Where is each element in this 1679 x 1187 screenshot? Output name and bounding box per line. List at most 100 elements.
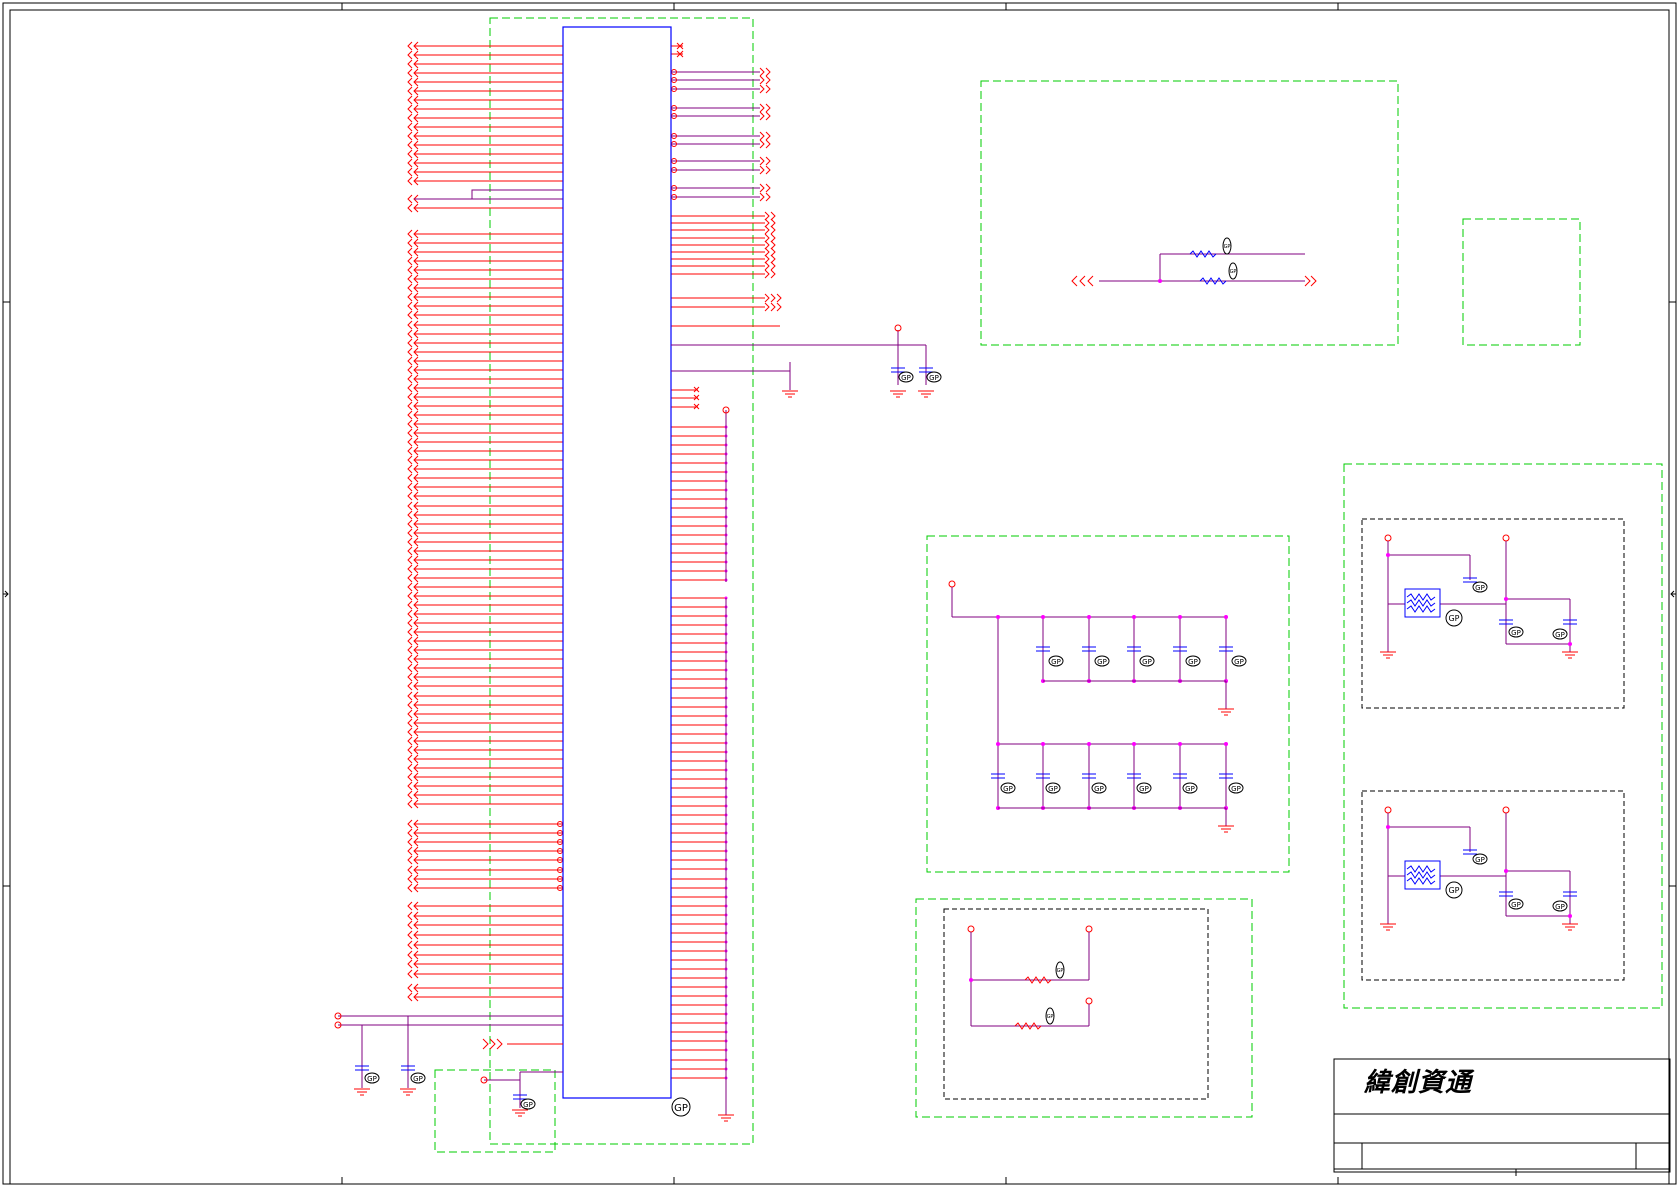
net-arrow-icon <box>765 131 771 141</box>
pull-resistor-block-border <box>980 80 1399 346</box>
svg-text:GP: GP <box>1057 968 1064 974</box>
net-arrow-icon <box>765 192 771 202</box>
part-label-icon: GP <box>671 1097 691 1117</box>
company-name: 緯創資通 <box>1364 1068 1473 1098</box>
svg-text:GP: GP <box>1047 1014 1054 1020</box>
net-arrow-icon <box>764 247 770 257</box>
svg-text:GP: GP <box>1234 658 1244 666</box>
net-arrow-icon <box>770 218 776 228</box>
part-label-icon: GP <box>1222 237 1232 255</box>
net-arrow-icon <box>770 302 776 312</box>
part-label-icon: GP <box>1048 655 1064 667</box>
net-arrow-icon <box>770 211 776 221</box>
svg-text:GP: GP <box>1185 785 1195 793</box>
svg-text:GP: GP <box>1048 785 1058 793</box>
net-arrow-icon <box>776 293 782 303</box>
net-arrow-icon <box>764 302 770 312</box>
net-arrow-icon <box>759 67 765 77</box>
part-label-icon: GP <box>1182 782 1198 794</box>
svg-text:GP: GP <box>1051 658 1061 666</box>
part-label-icon: GP <box>1091 782 1107 794</box>
part-label-icon: GP <box>926 371 942 383</box>
part-label-icon: GP <box>1045 782 1061 794</box>
net-arrow-icon <box>770 240 776 250</box>
decoupling-cap-array: GP GP GP GP GP GP GP GP GP GP GP <box>948 580 1247 833</box>
ground-icon <box>1562 651 1578 659</box>
part-label-icon: GP <box>520 1098 536 1110</box>
net-arrow-icon <box>764 269 770 279</box>
net-arrow-icon <box>482 1038 503 1050</box>
net-arrow-icon <box>759 84 765 94</box>
net-arrow-icon <box>770 254 776 264</box>
small-empty-block-border <box>1462 218 1581 346</box>
net-arrow-icon <box>770 261 776 271</box>
part-label-icon: GP <box>1552 628 1568 640</box>
ground-icon <box>1218 825 1234 833</box>
net-arrow-icon <box>764 218 770 228</box>
svg-text:GP: GP <box>674 1103 688 1114</box>
ground-icon <box>400 1088 416 1096</box>
part-label-icon: GP <box>1228 782 1244 794</box>
filter-circuits: GP GP GP GP GP GP GP GP <box>1361 518 1625 981</box>
net-arrow-icon <box>1071 275 1094 287</box>
svg-text:GP: GP <box>1094 785 1104 793</box>
part-label-icon: GP <box>1228 262 1238 280</box>
svg-text:GP: GP <box>413 1075 423 1083</box>
svg-text:GP: GP <box>1511 629 1521 637</box>
net-arrow-icon <box>765 103 771 113</box>
net-arrow-icon <box>759 165 765 175</box>
part-label-icon: GP <box>1445 881 1463 899</box>
part-label-icon: GP <box>1000 782 1016 794</box>
part-label-icon: GP <box>1055 961 1065 979</box>
part-label-icon: GP <box>1136 782 1152 794</box>
svg-text:GP: GP <box>1224 244 1231 250</box>
net-arrow-icon <box>765 165 771 175</box>
part-label-icon: GP <box>1185 655 1201 667</box>
ground-icon <box>1218 708 1234 716</box>
net-arrow-icon <box>759 111 765 121</box>
net-arrow-icon <box>759 75 765 85</box>
svg-text:GP: GP <box>1139 785 1149 793</box>
connector-block-border <box>489 17 754 1145</box>
svg-text:GP: GP <box>1511 901 1521 909</box>
part-label-icon: GP <box>1508 626 1524 638</box>
net-arrow-icon <box>764 293 770 303</box>
net-arrow-icon <box>765 183 771 193</box>
svg-text:GP: GP <box>1003 785 1013 793</box>
net-arrow-icon <box>764 240 770 250</box>
net-arrow-icon <box>765 139 771 149</box>
svg-text:GP: GP <box>929 374 939 382</box>
net-arrow-icon <box>764 261 770 271</box>
ground-icon <box>890 390 906 398</box>
svg-text:GP: GP <box>1231 785 1241 793</box>
svg-text:GP: GP <box>1475 856 1485 864</box>
ground-icon <box>1380 651 1396 659</box>
net-arrow-icon <box>765 111 771 121</box>
net-arrow-icon <box>764 233 770 243</box>
resistor-option-block-border <box>915 898 1253 1118</box>
part-label-icon: GP <box>1139 655 1155 667</box>
part-label-icon: GP <box>1045 1007 1055 1025</box>
connector-left-pins <box>407 41 563 1002</box>
ground-icon <box>354 1088 370 1096</box>
net-arrow-icon <box>759 131 765 141</box>
net-arrow-icon <box>759 192 765 202</box>
svg-text:GP: GP <box>1555 631 1565 639</box>
filter-circuit: GP GP GP GP <box>1361 790 1625 981</box>
ground-icon <box>1380 923 1396 931</box>
svg-text:GP: GP <box>523 1101 533 1109</box>
net-arrow-icon <box>770 269 776 279</box>
ground-icon <box>782 390 798 398</box>
svg-text:GP: GP <box>1475 584 1485 592</box>
svg-text:GP: GP <box>367 1075 377 1083</box>
net-arrow-icon <box>770 293 776 303</box>
net-arrow-icon <box>765 156 771 166</box>
svg-text:GP: GP <box>1555 903 1565 911</box>
part-label-icon: GP <box>1445 609 1463 627</box>
net-arrow-icon <box>764 254 770 264</box>
connector-body[interactable] <box>562 26 672 1099</box>
net-arrow-icon <box>759 183 765 193</box>
svg-text:GP: GP <box>1448 886 1459 895</box>
svg-text:GP: GP <box>1230 269 1237 275</box>
svg-text:GP: GP <box>1142 658 1152 666</box>
